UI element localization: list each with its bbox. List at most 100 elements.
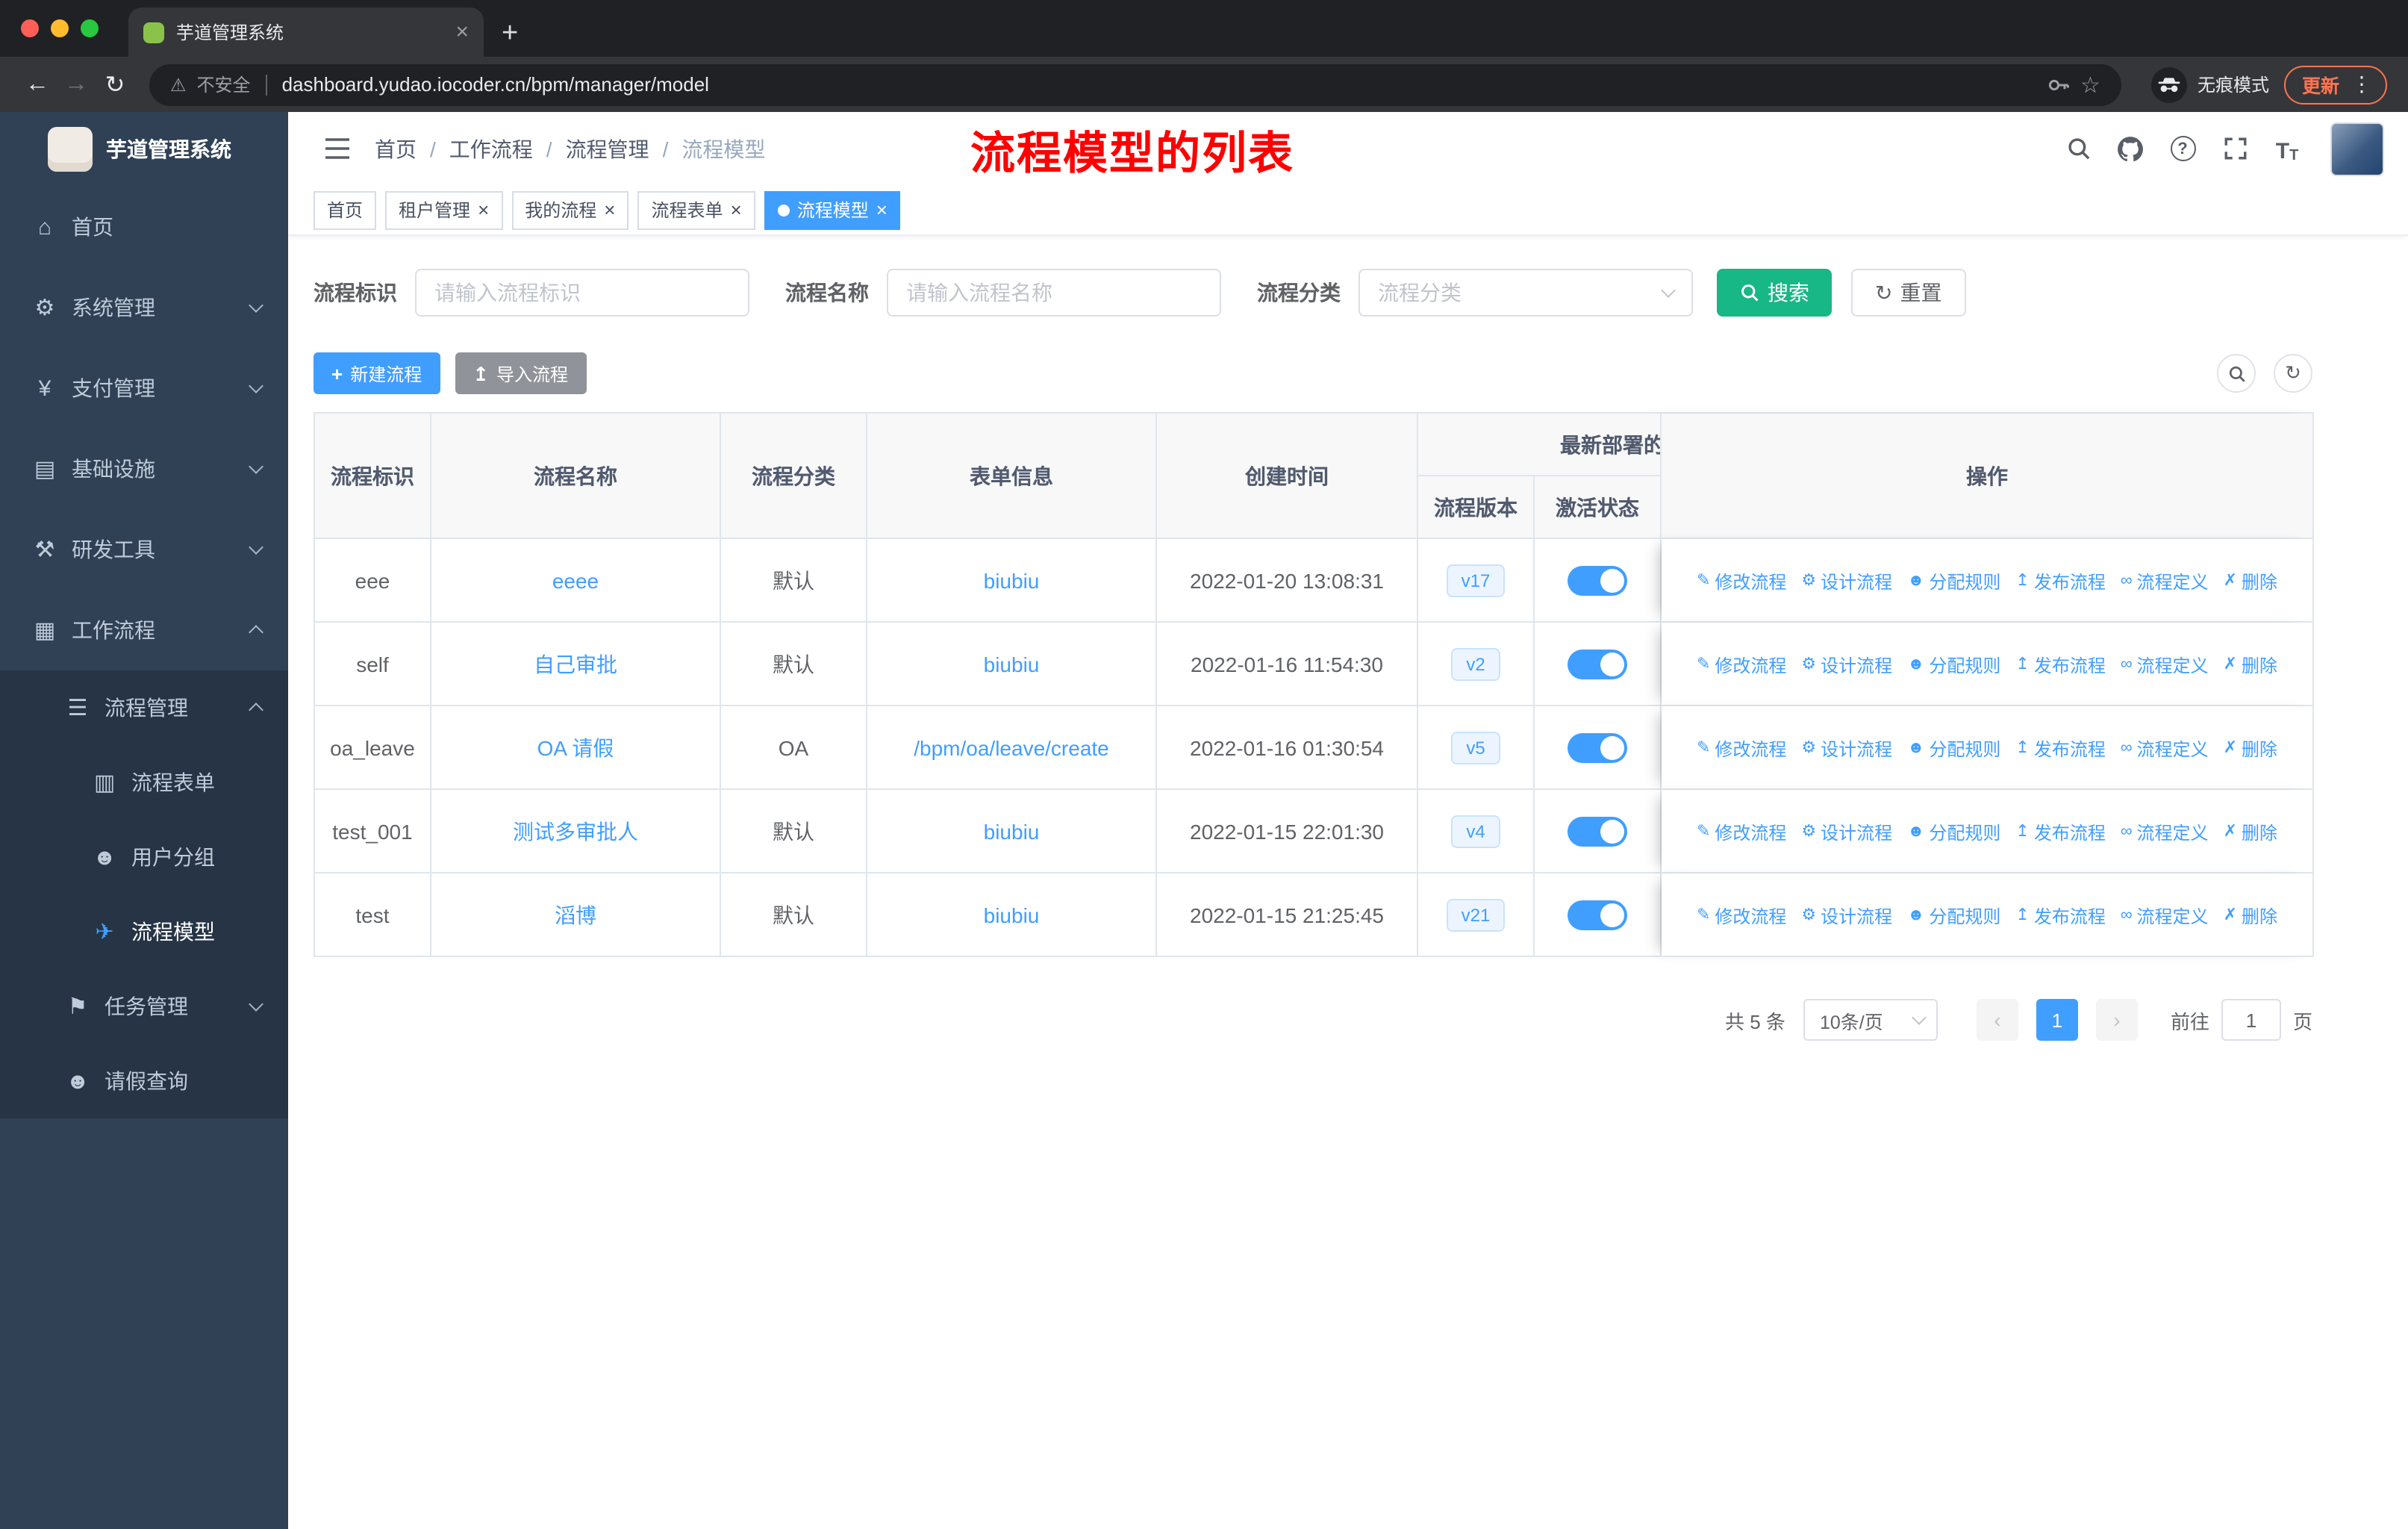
- sidebar-item-process-form[interactable]: ▥ 流程表单: [0, 745, 288, 820]
- model-name-link[interactable]: eeee: [552, 568, 599, 592]
- design-model-action[interactable]: ⚙ 设计流程: [1801, 820, 1892, 845]
- github-icon[interactable]: [2115, 134, 2145, 164]
- form-info-link[interactable]: biubiu: [984, 652, 1040, 676]
- model-name-link[interactable]: OA 请假: [537, 735, 614, 759]
- publish-model-action[interactable]: ↥ 发布流程: [2015, 903, 2105, 929]
- process-definition-action[interactable]: ∞ 流程定义: [2121, 569, 2209, 594]
- browser-tab[interactable]: 芋道管理系统 ×: [128, 7, 484, 57]
- active-toggle[interactable]: [1568, 732, 1627, 762]
- app-logo[interactable]: 芋道管理系统: [0, 112, 288, 187]
- sidebar-item-system-management[interactable]: ⚙ 系统管理: [0, 267, 288, 348]
- tag-流程表单[interactable]: 流程表单 ×: [637, 190, 755, 229]
- form-info-link[interactable]: biubiu: [984, 568, 1040, 592]
- bookmark-star-icon[interactable]: ☆: [2080, 71, 2100, 98]
- assign-rule-action[interactable]: ☻ 分配规则: [1907, 903, 2000, 929]
- password-key-icon[interactable]: [2046, 72, 2070, 96]
- sidebar-item-process-management[interactable]: ☰ 流程管理: [0, 670, 288, 745]
- model-key-input[interactable]: [415, 269, 749, 317]
- sidebar-item-infrastructure[interactable]: ▤ 基础设施: [0, 429, 288, 509]
- user-avatar[interactable]: [2330, 122, 2384, 175]
- import-model-button[interactable]: ↥ 导入流程: [455, 352, 587, 394]
- sidebar-item-user-group[interactable]: ☻ 用户分组: [0, 820, 288, 894]
- breadcrumb-item[interactable]: 首页: [375, 134, 417, 164]
- delete-model-action[interactable]: ✗ 删除: [2224, 820, 2277, 845]
- design-model-action[interactable]: ⚙ 设计流程: [1801, 653, 1892, 678]
- update-button[interactable]: 更新 ⋮: [2283, 65, 2387, 104]
- edit-model-action[interactable]: ✎ 修改流程: [1697, 653, 1786, 678]
- assign-rule-action[interactable]: ☻ 分配规则: [1907, 569, 2000, 594]
- sidebar-item-paper-plane[interactable]: ✈ 流程模型: [0, 894, 288, 969]
- sidebar-item-task-management[interactable]: ⚑ 任务管理: [0, 969, 288, 1044]
- process-definition-action[interactable]: ∞ 流程定义: [2121, 820, 2209, 845]
- assign-rule-action[interactable]: ☻ 分配规则: [1907, 736, 2000, 762]
- tag-我的流程[interactable]: 我的流程 ×: [511, 190, 629, 229]
- tag-close-icon[interactable]: ×: [731, 200, 742, 219]
- category-select[interactable]: 流程分类: [1359, 269, 1693, 317]
- edit-model-action[interactable]: ✎ 修改流程: [1697, 903, 1786, 929]
- search-icon[interactable]: [2063, 134, 2093, 164]
- active-toggle[interactable]: [1568, 649, 1627, 679]
- assign-rule-action[interactable]: ☻ 分配规则: [1907, 820, 2000, 845]
- design-model-action[interactable]: ⚙ 设计流程: [1801, 736, 1892, 762]
- model-name-link[interactable]: 测试多审批人: [513, 819, 638, 843]
- page-number-button[interactable]: 1: [2036, 999, 2078, 1041]
- sidebar-item-dev-tools[interactable]: ⚒ 研发工具: [0, 509, 288, 590]
- window-minimize-button[interactable]: [51, 19, 69, 37]
- edit-model-action[interactable]: ✎ 修改流程: [1697, 569, 1786, 594]
- window-close-button[interactable]: [21, 19, 39, 37]
- fullscreen-icon[interactable]: [2220, 134, 2250, 164]
- sidebar-item-workflow[interactable]: ▦ 工作流程: [0, 590, 288, 670]
- publish-model-action[interactable]: ↥ 发布流程: [2015, 653, 2105, 678]
- model-name-link[interactable]: 自己审批: [534, 652, 617, 676]
- tag-close-icon[interactable]: ×: [876, 200, 888, 219]
- font-size-icon[interactable]: TT: [2272, 134, 2302, 164]
- forward-icon[interactable]: →: [57, 71, 96, 98]
- delete-model-action[interactable]: ✗ 删除: [2224, 903, 2277, 929]
- breadcrumb-item[interactable]: 流程模型: [681, 134, 765, 164]
- tag-首页[interactable]: 首页: [314, 190, 377, 229]
- browser-menu-icon[interactable]: ⋮: [2351, 72, 2372, 97]
- model-name-input[interactable]: [887, 269, 1221, 317]
- back-icon[interactable]: ←: [18, 71, 57, 98]
- process-definition-action[interactable]: ∞ 流程定义: [2121, 736, 2209, 762]
- sidebar-item-payment-management[interactable]: ¥ 支付管理: [0, 348, 288, 429]
- active-toggle[interactable]: [1568, 816, 1627, 846]
- active-toggle[interactable]: [1568, 565, 1627, 595]
- url-text[interactable]: dashboard.yudao.iocoder.cn/bpm/manager/m…: [282, 73, 2036, 96]
- delete-model-action[interactable]: ✗ 删除: [2224, 569, 2277, 594]
- tag-租户管理[interactable]: 租户管理 ×: [385, 190, 503, 229]
- delete-model-action[interactable]: ✗ 删除: [2224, 653, 2277, 678]
- breadcrumb-item[interactable]: 工作流程: [449, 134, 533, 164]
- process-definition-action[interactable]: ∞ 流程定义: [2121, 903, 2209, 929]
- publish-model-action[interactable]: ↥ 发布流程: [2015, 820, 2105, 845]
- sidebar-item-leave-query[interactable]: ☻ 请假查询: [0, 1044, 288, 1118]
- create-model-button[interactable]: + 新建流程: [314, 352, 440, 394]
- tag-close-icon[interactable]: ×: [478, 200, 489, 219]
- refresh-table-button[interactable]: ↻: [2274, 354, 2312, 393]
- toggle-search-button[interactable]: [2217, 354, 2256, 393]
- new-tab-button[interactable]: +: [502, 19, 518, 48]
- edit-model-action[interactable]: ✎ 修改流程: [1697, 820, 1786, 845]
- prev-page-button[interactable]: ‹: [1976, 999, 2018, 1041]
- sidebar-collapse-icon[interactable]: [324, 137, 351, 160]
- form-info-link[interactable]: biubiu: [984, 819, 1040, 843]
- form-info-link[interactable]: biubiu: [984, 903, 1040, 927]
- window-zoom-button[interactable]: [81, 19, 99, 37]
- tag-流程模型[interactable]: 流程模型 ×: [764, 190, 901, 229]
- reload-icon[interactable]: ↻: [96, 69, 134, 99]
- design-model-action[interactable]: ⚙ 设计流程: [1801, 903, 1892, 929]
- tab-close-icon[interactable]: ×: [455, 21, 469, 43]
- design-model-action[interactable]: ⚙ 设计流程: [1801, 569, 1892, 594]
- goto-page-input[interactable]: [2221, 999, 2281, 1041]
- help-icon[interactable]: ?: [2168, 134, 2198, 164]
- delete-model-action[interactable]: ✗ 删除: [2224, 736, 2277, 762]
- sidebar-item-home[interactable]: ⌂ 首页: [0, 187, 288, 267]
- next-page-button[interactable]: ›: [2095, 999, 2138, 1041]
- tag-close-icon[interactable]: ×: [604, 200, 615, 219]
- security-label[interactable]: 不安全: [197, 72, 251, 97]
- assign-rule-action[interactable]: ☻ 分配规则: [1907, 653, 2000, 678]
- edit-model-action[interactable]: ✎ 修改流程: [1697, 736, 1786, 762]
- page-size-select[interactable]: 10条/页: [1803, 999, 1938, 1041]
- publish-model-action[interactable]: ↥ 发布流程: [2015, 736, 2105, 762]
- process-definition-action[interactable]: ∞ 流程定义: [2121, 653, 2209, 678]
